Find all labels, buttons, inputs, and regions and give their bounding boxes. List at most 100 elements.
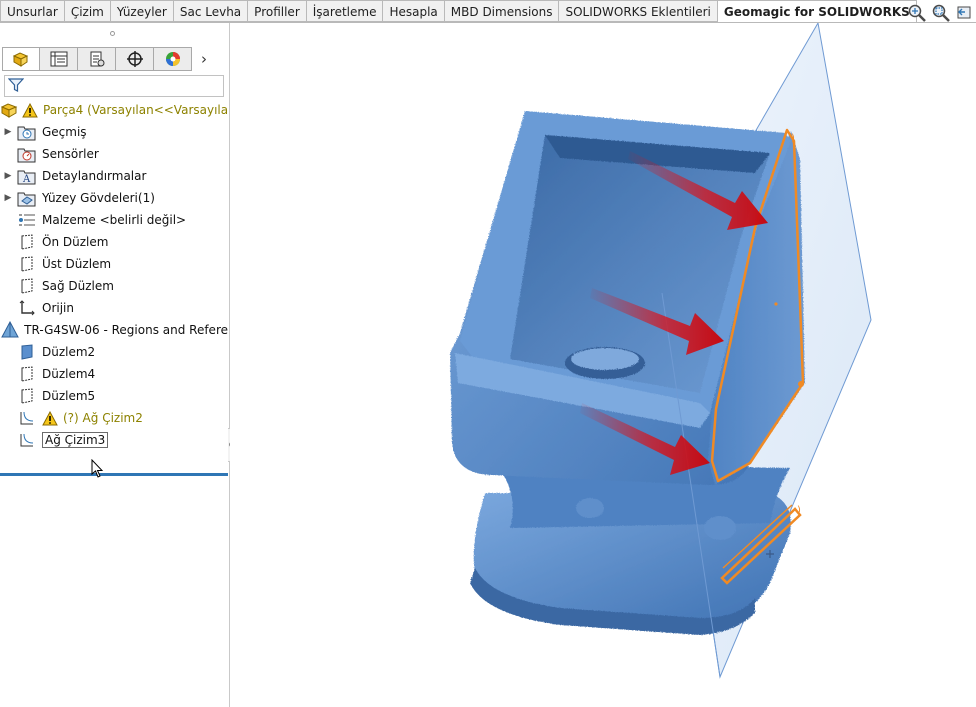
- tab-9[interactable]: Geomagic for SOLIDWORKS: [717, 0, 917, 23]
- origin-icon: [16, 298, 38, 318]
- expand-arrow-icon[interactable]: ▶: [0, 165, 16, 187]
- configuration-manager-icon[interactable]: [78, 47, 116, 71]
- expand-arrow-icon[interactable]: ▶: [0, 121, 16, 143]
- command-manager-tabs: Unsurlar Çizim Yüzeyler Sac Levha Profiller İ…: [0, 0, 917, 23]
- feature-tree: Parça4 (Varsayılan<<Varsayılan>_ ▶ Geçmiş S…: [0, 99, 229, 451]
- zoom-to-area-icon[interactable]: [930, 2, 952, 24]
- tree-item[interactable]: ▶ A Detaylandırmalar: [0, 165, 228, 187]
- mesh-sketch-icon: [16, 430, 38, 450]
- display-manager-icon[interactable]: [154, 47, 192, 71]
- tree-item[interactable]: Sağ Düzlem: [0, 275, 228, 297]
- tree-item-label: Parça4 (Varsayılan<<Varsayılan>_: [43, 103, 228, 117]
- tree-item-label: Yüzey Gövdeleri(1): [42, 191, 155, 205]
- filter-icon: [7, 77, 25, 96]
- mesh-sketch-icon: [16, 408, 38, 428]
- expand-arrow-icon[interactable]: ▶: [0, 187, 16, 209]
- tree-item-label: TR-G4SW-06 - Regions and Refere: [24, 323, 228, 337]
- scanned-part-mesh: [450, 111, 805, 635]
- tree-item[interactable]: Orijin: [0, 297, 228, 319]
- tree-item-label: (?) Ağ Çizim2: [63, 411, 143, 425]
- svg-text:): ): [791, 133, 795, 144]
- tree-item-label: Ağ Çizim3: [45, 433, 106, 447]
- tree-item[interactable]: TR-G4SW-06 - Regions and Refere: [0, 319, 228, 341]
- history-icon: [16, 122, 38, 142]
- tree-item[interactable]: Malzeme <belirli değil>: [0, 209, 228, 231]
- warning-icon: [22, 102, 38, 118]
- tab-8[interactable]: SOLIDWORKS Eklentileri: [559, 0, 718, 22]
- annotations-icon: A: [16, 166, 38, 186]
- tree-item-label: Detaylandırmalar: [42, 169, 147, 183]
- tab-5[interactable]: İşaretleme: [306, 0, 384, 22]
- tree-item[interactable]: Sensörler: [0, 143, 228, 165]
- tree-item[interactable]: Ağ Çizim3: [0, 429, 228, 451]
- sensor-icon: [16, 144, 38, 164]
- mouse-cursor-icon: [90, 458, 104, 482]
- part-icon: [0, 100, 18, 120]
- tree-item[interactable]: Üst Düzlem: [0, 253, 228, 275]
- warning-icon: [42, 410, 58, 426]
- tree-item-label: Düzlem4: [42, 367, 96, 381]
- svg-text:A: A: [22, 174, 31, 185]
- feature-manager-icon[interactable]: [2, 47, 40, 71]
- tree-item[interactable]: ▶ Geçmiş: [0, 121, 228, 143]
- tree-item[interactable]: ▶ Yüzey Gövdeleri(1): [0, 187, 228, 209]
- plane-icon: [16, 386, 38, 406]
- tab-7[interactable]: MBD Dimensions: [444, 0, 560, 22]
- svg-text:): ): [797, 505, 801, 516]
- command-manager: Unsurlar Çizim Yüzeyler Sac Levha Profiller İ…: [0, 0, 976, 23]
- tree-item-label: Orijin: [42, 301, 74, 315]
- tree-item-label: Düzlem2: [42, 345, 96, 359]
- plane-icon: [16, 342, 38, 362]
- feature-manager-tabs: ›: [2, 47, 216, 71]
- tree-item-label: Üst Düzlem: [42, 257, 112, 271]
- tab-4[interactable]: Profiller: [248, 0, 307, 22]
- model-view[interactable]: ) ): [230, 23, 976, 707]
- graphics-area[interactable]: ) ): [230, 23, 976, 707]
- plane-icon: [16, 276, 38, 296]
- tab-2[interactable]: Yüzeyler: [110, 0, 174, 22]
- plane-icon: [16, 232, 38, 252]
- tab-3[interactable]: Sac Levha: [173, 0, 249, 22]
- chevron-right-icon[interactable]: ›: [192, 47, 216, 71]
- material-icon: [16, 210, 38, 230]
- property-manager-icon[interactable]: [40, 47, 78, 71]
- tree-item-label: Ön Düzlem: [42, 235, 109, 249]
- tree-item-label: Sağ Düzlem: [42, 279, 114, 293]
- tree-item[interactable]: Düzlem4: [0, 363, 228, 385]
- plane-icon: [16, 364, 38, 384]
- feature-manager-panel: › Parça4 (Varsayılan<<Varsayılan>_ ▶ Geçmi…: [0, 23, 230, 707]
- tree-item[interactable]: Parça4 (Varsayılan<<Varsayılan>_: [0, 99, 228, 121]
- previous-view-icon[interactable]: [954, 2, 976, 24]
- tree-filter-field[interactable]: [4, 75, 224, 97]
- mesh-regions-icon: [0, 320, 20, 340]
- rollback-bar[interactable]: [0, 473, 228, 476]
- tab-0[interactable]: Unsurlar: [0, 0, 65, 22]
- tab-1[interactable]: Çizim: [64, 0, 111, 22]
- plane-icon: [16, 254, 38, 274]
- zoom-to-fit-icon[interactable]: [906, 2, 928, 24]
- tree-item[interactable]: Düzlem2: [0, 341, 228, 363]
- tree-item-label: Sensörler: [42, 147, 99, 161]
- panel-resize-grip[interactable]: [110, 31, 115, 36]
- dimxpert-icon[interactable]: [116, 47, 154, 71]
- tree-item[interactable]: (?) Ağ Çizim2: [0, 407, 228, 429]
- tree-item[interactable]: Ön Düzlem: [0, 231, 228, 253]
- surface-bodies-icon: [16, 188, 38, 208]
- tab-6[interactable]: Hesapla: [383, 0, 445, 22]
- tree-item-label: Geçmiş: [42, 125, 87, 139]
- sketch-point: [798, 381, 804, 387]
- tree-item[interactable]: Düzlem5: [0, 385, 228, 407]
- heads-up-view-toolbar: [906, 2, 976, 24]
- tree-item-label: Malzeme <belirli değil>: [42, 213, 187, 227]
